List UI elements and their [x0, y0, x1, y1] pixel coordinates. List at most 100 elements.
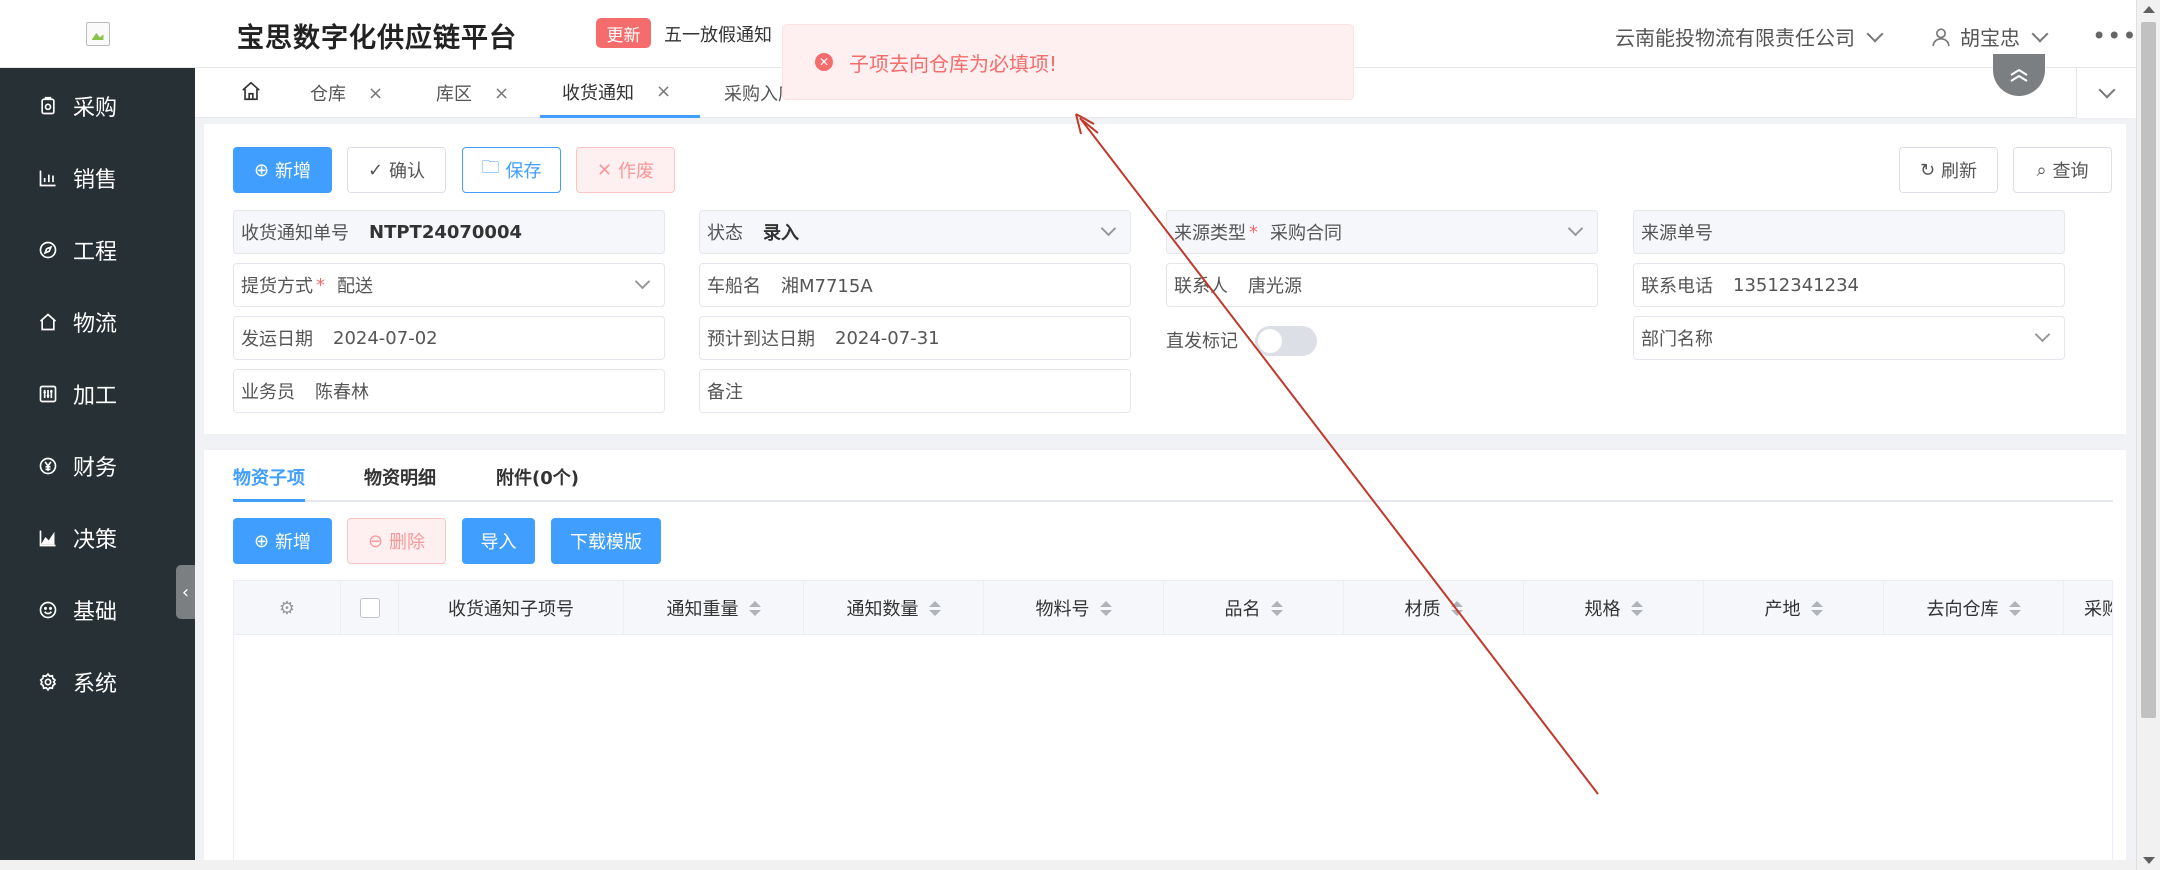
- column-header[interactable]: 材质: [1344, 581, 1524, 635]
- items-table: ⚙ 收货通知子项号 通知重量 通知数量 物料号 品名 材质 规格 产地 去向仓库…: [233, 580, 2113, 870]
- delete-item-button[interactable]: ⊖ 删除: [347, 518, 446, 564]
- close-icon[interactable]: ×: [368, 83, 383, 104]
- scroll-down-icon[interactable]: [2143, 857, 2155, 864]
- subtab-divider: [233, 500, 2113, 502]
- subtab-indicator: [233, 499, 305, 502]
- user-menu[interactable]: 胡宝忠: [1930, 22, 2049, 51]
- contact-field[interactable]: 联系人 唐光源: [1166, 263, 1598, 307]
- remark-field[interactable]: 备注: [699, 369, 1131, 413]
- purchase-icon: [37, 95, 59, 117]
- close-icon[interactable]: ×: [656, 81, 671, 102]
- ship-date-field[interactable]: 发运日期 2024-07-02: [233, 316, 665, 360]
- field-label: 部门名称: [1641, 329, 1713, 350]
- horizontal-scrollbar[interactable]: [0, 860, 2136, 870]
- tab-label: 收货通知: [562, 82, 634, 104]
- column-header[interactable]: 通知数量: [804, 581, 984, 635]
- app-title: 宝思数字化供应链平台: [237, 23, 517, 54]
- sidebar-item-system[interactable]: 系统: [0, 657, 195, 707]
- add-item-button[interactable]: ⊕ 新增: [233, 518, 332, 564]
- sidebar-item-finance[interactable]: 财务: [0, 441, 195, 491]
- refresh-button[interactable]: ↻ 刷新: [1899, 147, 1998, 193]
- source-no-field[interactable]: 来源单号: [1633, 210, 2065, 254]
- phone-field[interactable]: 联系电话 13512341234: [1633, 263, 2065, 307]
- select-all-checkbox[interactable]: [341, 581, 399, 635]
- close-icon[interactable]: ×: [494, 83, 509, 104]
- tab-storage-area[interactable]: 库区 ×: [436, 68, 509, 118]
- eta-field[interactable]: 预计到达日期 2024-07-31: [699, 316, 1131, 360]
- required-mark: *: [1249, 221, 1258, 243]
- chevron-down-icon: [2034, 326, 2051, 343]
- chevron-left-icon: ‹: [181, 581, 190, 603]
- sidebar-item-basics[interactable]: 基础: [0, 585, 195, 635]
- column-header[interactable]: 规格: [1524, 581, 1704, 635]
- scroll-up-icon[interactable]: [2143, 6, 2155, 13]
- sort-icon[interactable]: [1099, 600, 1112, 616]
- column-label: 去向仓库: [1926, 599, 1999, 620]
- column-header[interactable]: 物料号: [984, 581, 1164, 635]
- sort-icon[interactable]: [748, 600, 761, 616]
- column-header[interactable]: 通知重量: [624, 581, 804, 635]
- query-button[interactable]: ⌕ 查询: [2013, 147, 2112, 193]
- column-header[interactable]: 去向仓库: [1884, 581, 2064, 635]
- tab-dropdown-button[interactable]: [2076, 68, 2136, 118]
- column-header[interactable]: 品名: [1164, 581, 1344, 635]
- download-template-button[interactable]: 下载模版: [551, 518, 661, 564]
- sidebar-item-label: 物流: [73, 312, 118, 337]
- notice-no-field[interactable]: 收货通知单号 NTPT24070004: [233, 210, 665, 254]
- sidebar-item-engineering[interactable]: 工程: [0, 225, 195, 275]
- notice-link[interactable]: 五一放假通知: [664, 21, 772, 47]
- tab-receipt-notice[interactable]: 收货通知 ×: [540, 68, 700, 118]
- sidebar-item-purchase[interactable]: 采购: [0, 81, 195, 131]
- column-header[interactable]: 采购计划: [2064, 581, 2112, 635]
- void-label: 作废: [618, 161, 655, 182]
- subtab-material-items[interactable]: 物资子项: [233, 464, 305, 490]
- sort-icon[interactable]: [1630, 600, 1643, 616]
- status-select[interactable]: 状态 录入: [699, 210, 1131, 254]
- sidebar-item-decision[interactable]: 决策: [0, 513, 195, 563]
- tab-label: 库区: [436, 84, 472, 105]
- vessel-field[interactable]: 车船名 湘M7715A: [699, 263, 1131, 307]
- source-type-select[interactable]: 来源类型 * 采购合同: [1166, 210, 1598, 254]
- company-selector[interactable]: 云南能投物流有限责任公司: [1615, 22, 1884, 51]
- column-header[interactable]: 收货通知子项号: [399, 581, 624, 635]
- field-label: 预计到达日期: [707, 329, 815, 350]
- subtab-attachments[interactable]: 附件(0个): [496, 464, 579, 490]
- more-icon[interactable]: •••: [2092, 22, 2137, 50]
- field-value: 采购合同: [1270, 223, 1342, 244]
- delivery-method-select[interactable]: 提货方式 * 配送: [233, 263, 665, 307]
- sidebar-item-logistics[interactable]: 物流: [0, 297, 195, 347]
- import-button[interactable]: 导入: [462, 518, 535, 564]
- save-button[interactable]: 🗀 保存: [462, 147, 561, 193]
- column-label: 规格: [1584, 599, 1621, 620]
- logo[interactable]: [0, 0, 195, 68]
- home-tab-icon[interactable]: [240, 80, 262, 102]
- void-button[interactable]: ✕ 作废: [576, 147, 675, 193]
- confirm-button[interactable]: ✓ 确认: [347, 147, 446, 193]
- add-button[interactable]: ⊕ 新增: [233, 147, 332, 193]
- home-icon: [37, 311, 59, 333]
- sort-icon[interactable]: [928, 600, 941, 616]
- import-label: 导入: [480, 532, 517, 553]
- chevron-down-icon: [1567, 220, 1584, 237]
- sidebar-item-sales[interactable]: 销售: [0, 153, 195, 203]
- tab-purchase-inbound[interactable]: 采购入库: [724, 68, 782, 118]
- column-header[interactable]: 产地: [1704, 581, 1884, 635]
- chevron-down-icon: [2031, 25, 2049, 42]
- page-scrollbar[interactable]: [2136, 0, 2160, 870]
- sort-icon[interactable]: [1810, 600, 1823, 616]
- subtab-material-details[interactable]: 物资明细: [364, 464, 436, 490]
- field-label: 车船名: [707, 276, 761, 297]
- checkbox[interactable]: [359, 598, 380, 618]
- column-settings[interactable]: ⚙: [234, 581, 341, 635]
- sidebar-collapse-button[interactable]: ‹: [176, 565, 195, 619]
- sort-icon[interactable]: [1450, 600, 1463, 616]
- direct-toggle[interactable]: [1255, 326, 1317, 356]
- sort-icon[interactable]: [1270, 600, 1283, 616]
- sort-icon[interactable]: [2008, 600, 2021, 616]
- salesman-field[interactable]: 业务员 陈春林: [233, 369, 665, 413]
- required-mark: *: [316, 274, 325, 296]
- sidebar-item-processing[interactable]: 加工: [0, 369, 195, 419]
- tab-warehouse[interactable]: 仓库 ×: [310, 68, 383, 118]
- scrollbar-thumb[interactable]: [2141, 22, 2156, 718]
- dept-select[interactable]: 部门名称: [1633, 316, 2065, 360]
